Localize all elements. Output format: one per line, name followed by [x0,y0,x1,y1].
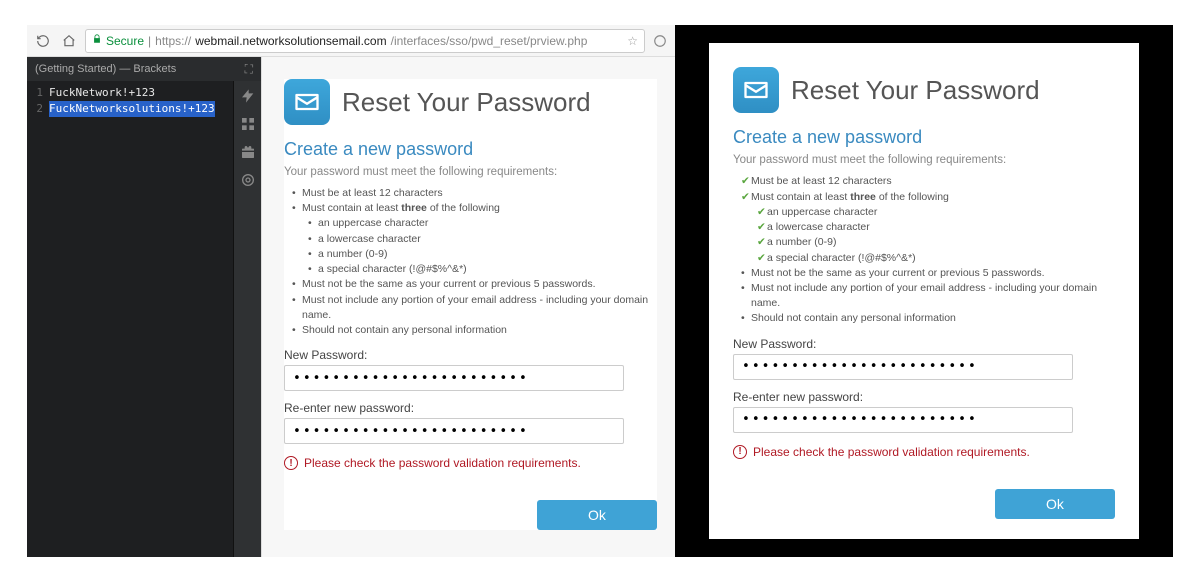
reenter-password-input[interactable] [733,407,1073,433]
ok-button[interactable]: Ok [537,500,657,530]
requirements-list: Must be at least 12 characters Must cont… [751,174,1115,326]
section-subtitle: Your password must meet the following re… [733,154,1115,166]
req-item: Must contain at least three of the follo… [302,201,657,277]
req-item: Must contain at least three of the follo… [751,190,1115,266]
refresh-icon[interactable] [33,31,53,51]
extension-icon[interactable] [651,32,669,50]
url-host: webmail.networksolutionsemail.com [195,34,386,48]
req-item: Should not contain any personal informat… [751,311,1115,326]
req-sub-item: a number (0-9) [767,235,1115,250]
url-path: /interfaces/sso/pwd_reset/prview.php [391,34,588,48]
editor-titlebar: (Getting Started) — Brackets ⛶ [27,57,261,81]
req-item: Must not be the same as your current or … [751,266,1115,281]
present-icon[interactable] [239,143,257,161]
line-number: 1 [27,85,49,101]
editor-body[interactable]: 1 FuckNetwork!+123 2 FuckNetworksolution… [27,81,261,121]
req-sub-item: an uppercase character [767,205,1115,220]
new-password-label: New Password: [284,348,657,362]
error-text: Please check the password validation req… [304,456,581,470]
editor-sidebar [233,81,261,557]
right-panel: Reset Your Password Create a new passwor… [675,25,1173,557]
new-password-label: New Password: [733,337,1115,351]
req-item: Must be at least 12 characters [302,186,657,201]
line-code: FuckNetworksolutions!+123 [49,101,215,117]
page-content-right: Reset Your Password Create a new passwor… [709,43,1139,538]
req-item: Must not be the same as your current or … [302,277,657,292]
req-item: Must not include any portion of your ema… [302,293,657,323]
mail-icon [284,79,330,125]
star-icon[interactable]: ☆ [627,34,638,48]
lock-icon [92,34,102,47]
reenter-password-input[interactable] [284,418,624,444]
extensions-icon[interactable] [239,115,257,133]
browser-window: Secure | https://webmail.networksolution… [27,25,675,557]
line-code: FuckNetwork!+123 [49,85,155,101]
secure-label: Secure [106,34,144,48]
browser-toolbar: Secure | https://webmail.networksolution… [27,25,675,57]
validation-error: ! Please check the password validation r… [284,456,657,470]
req-item: Must be at least 12 characters [751,174,1115,189]
mail-icon [733,67,779,113]
page-title: Reset Your Password [342,87,591,118]
editor-line[interactable]: 2 FuckNetworksolutions!+123 [27,101,261,117]
req-sub-item: a special character (!@#$%^&*) [767,251,1115,266]
error-icon: ! [284,456,298,470]
req-item: Must not include any portion of your ema… [751,281,1115,311]
tag-icon[interactable] [239,171,257,189]
editor-line[interactable]: 1 FuckNetwork!+123 [27,85,261,101]
error-text: Please check the password validation req… [753,445,1030,459]
page-title: Reset Your Password [791,75,1040,106]
req-item: Should not contain any personal informat… [302,323,657,338]
validation-error: ! Please check the password validation r… [733,445,1115,459]
section-title: Create a new password [733,127,1115,148]
code-editor[interactable]: (Getting Started) — Brackets ⛶ 1 FuckNet… [27,57,261,557]
req-sub-item: a special character (!@#$%^&*) [318,262,657,277]
url-bar[interactable]: Secure | https://webmail.networksolution… [85,29,645,53]
editor-title-text: (Getting Started) — Brackets [35,63,176,75]
ok-button[interactable]: Ok [995,489,1115,519]
req-sub-item: an uppercase character [318,216,657,231]
fullscreen-icon[interactable]: ⛶ [245,62,253,77]
url-scheme: https:// [155,34,191,48]
req-sub-item: a lowercase character [318,232,657,247]
live-preview-icon[interactable] [239,87,257,105]
home-icon[interactable] [59,31,79,51]
page-content-left: Reset Your Password Create a new passwor… [261,57,675,557]
line-number: 2 [27,101,49,117]
error-icon: ! [733,445,747,459]
section-subtitle: Your password must meet the following re… [284,166,657,178]
reenter-password-label: Re-enter new password: [733,390,1115,404]
req-sub-item: a number (0-9) [318,247,657,262]
requirements-list: Must be at least 12 characters Must cont… [302,186,657,338]
new-password-input[interactable] [733,354,1073,380]
section-title: Create a new password [284,139,657,160]
req-sub-item: a lowercase character [767,220,1115,235]
new-password-input[interactable] [284,365,624,391]
reenter-password-label: Re-enter new password: [284,401,657,415]
